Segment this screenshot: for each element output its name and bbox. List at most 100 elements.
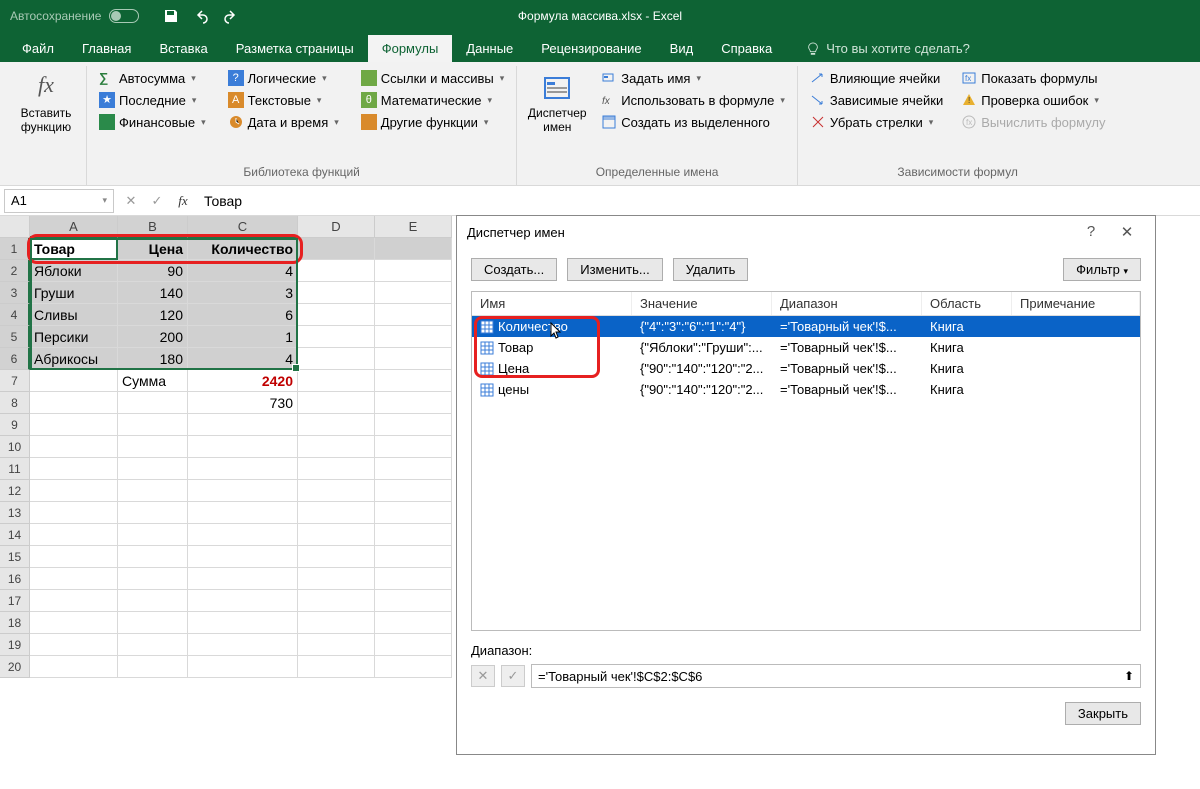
cell[interactable] [375,392,452,414]
cell[interactable] [298,414,375,436]
cell[interactable] [298,238,375,260]
cell[interactable] [375,348,452,370]
delete-button[interactable]: Удалить [673,258,749,281]
cell[interactable] [188,634,298,656]
row-header[interactable]: 20 [0,656,30,678]
cell[interactable] [375,612,452,634]
cell[interactable] [30,414,118,436]
cell[interactable] [375,414,452,436]
cell[interactable]: Абрикосы [30,348,118,370]
cell[interactable] [118,546,188,568]
cell[interactable] [375,436,452,458]
range-accept-icon[interactable]: ✓ [501,665,525,687]
row-header[interactable]: 11 [0,458,30,480]
cell[interactable] [298,634,375,656]
cell[interactable] [188,414,298,436]
cell[interactable] [118,502,188,524]
show-formulas-button[interactable]: fxПоказать формулы [957,68,1109,88]
cell[interactable] [30,656,118,678]
cell[interactable]: Товар [30,238,118,260]
col-header-E[interactable]: E [375,216,452,238]
row-header[interactable]: 13 [0,502,30,524]
new-button[interactable]: Создать... [471,258,557,281]
trace-precedents-button[interactable]: Влияющие ячейки [806,68,947,88]
more-functions-button[interactable]: Другие функции▾ [357,112,508,132]
cell[interactable] [118,612,188,634]
row-header[interactable]: 1 [0,238,30,260]
cell[interactable] [30,436,118,458]
cell[interactable]: 180 [118,348,188,370]
tab-file[interactable]: Файл [8,35,68,62]
cell[interactable]: 730 [188,392,298,414]
tab-pagelayout[interactable]: Разметка страницы [222,35,368,62]
range-cancel-icon[interactable]: ✕ [471,665,495,687]
row-header[interactable]: 8 [0,392,30,414]
cell[interactable] [30,612,118,634]
cell[interactable] [188,458,298,480]
cell[interactable] [298,656,375,678]
cell[interactable] [298,326,375,348]
cell[interactable] [298,568,375,590]
cell[interactable] [375,524,452,546]
cell[interactable] [118,524,188,546]
row-header[interactable]: 9 [0,414,30,436]
col-header-A[interactable]: A [30,216,118,238]
name-box[interactable]: A1▾ [4,189,114,213]
cell[interactable]: Сумма [118,370,188,392]
cell[interactable] [375,590,452,612]
row-header[interactable]: 16 [0,568,30,590]
cell[interactable] [375,480,452,502]
redo-icon[interactable] [223,8,239,24]
create-from-selection-button[interactable]: Создать из выделенного [597,112,789,132]
tab-home[interactable]: Главная [68,35,145,62]
cell[interactable] [298,458,375,480]
col-comment[interactable]: Примечание [1012,292,1140,315]
cell[interactable]: 4 [188,260,298,282]
row-header[interactable]: 6 [0,348,30,370]
cell[interactable] [118,414,188,436]
cell[interactable]: 2420 [188,370,298,392]
row-header[interactable]: 5 [0,326,30,348]
cell[interactable] [298,590,375,612]
tab-review[interactable]: Рецензирование [527,35,655,62]
cell[interactable] [188,568,298,590]
name-table-row[interactable]: Цена{"90":"140":"120":"2...='Товарный че… [472,358,1140,379]
error-check-button[interactable]: !Проверка ошибок▾ [957,90,1109,110]
cell[interactable] [375,370,452,392]
cell[interactable]: 4 [188,348,298,370]
row-header[interactable]: 19 [0,634,30,656]
cell[interactable] [298,260,375,282]
lookup-button[interactable]: Ссылки и массивы▾ [357,68,508,88]
tell-me[interactable]: Что вы хотите сделать? [806,35,970,62]
cell[interactable] [30,524,118,546]
col-scope[interactable]: Область [922,292,1012,315]
edit-button[interactable]: Изменить... [567,258,662,281]
define-name-button[interactable]: Задать имя▾ [597,68,789,88]
collapse-dialog-icon[interactable]: ⬆ [1124,669,1134,683]
help-icon[interactable]: ? [1073,223,1109,241]
cell[interactable] [30,590,118,612]
cell[interactable] [298,524,375,546]
cell[interactable] [298,370,375,392]
cell[interactable] [118,436,188,458]
cell[interactable] [298,502,375,524]
math-button[interactable]: θМатематические▾ [357,90,508,110]
tab-insert[interactable]: Вставка [145,35,221,62]
cell[interactable]: 200 [118,326,188,348]
cell[interactable] [118,392,188,414]
row-header[interactable]: 7 [0,370,30,392]
cell[interactable]: 6 [188,304,298,326]
cell[interactable] [118,568,188,590]
cell[interactable] [188,436,298,458]
remove-arrows-button[interactable]: Убрать стрелки▾ [806,112,947,132]
tab-data[interactable]: Данные [452,35,527,62]
close-icon[interactable]: ✕ [1109,223,1145,241]
text-button[interactable]: AТекстовые▾ [224,90,343,110]
cell[interactable]: 140 [118,282,188,304]
cell[interactable] [188,546,298,568]
enter-icon[interactable]: ✓ [144,189,170,213]
cell[interactable] [118,656,188,678]
cell[interactable]: 3 [188,282,298,304]
cell[interactable]: 90 [118,260,188,282]
cell[interactable] [375,326,452,348]
